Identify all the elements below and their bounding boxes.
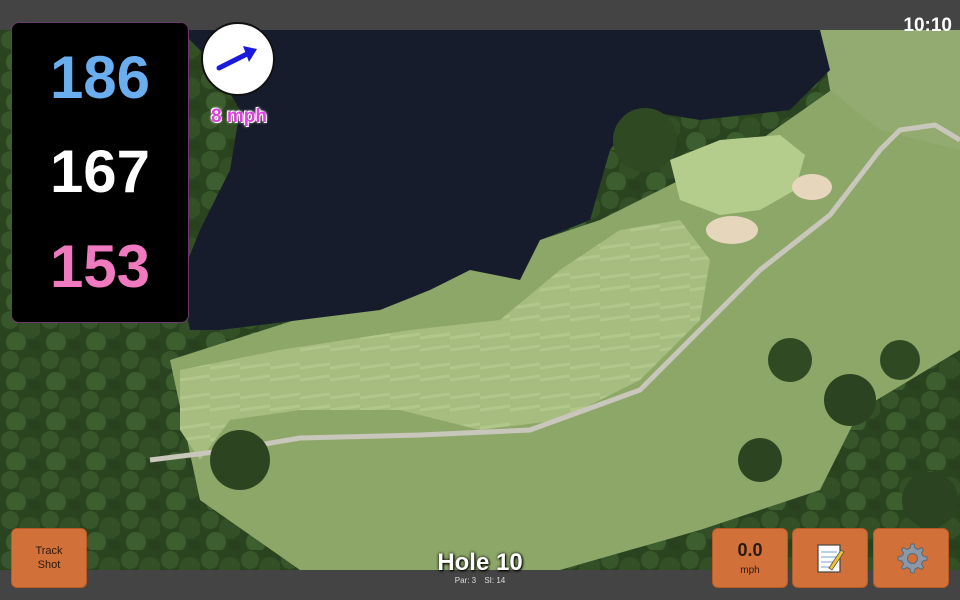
clock: 10:10 xyxy=(903,15,952,36)
hole-stroke-index: SI: 14 xyxy=(484,576,506,585)
wind-speed-label: 8 mph xyxy=(211,106,267,127)
back-distance: 186 xyxy=(49,44,151,112)
notepad-icon xyxy=(817,544,845,573)
speed-unit: mph xyxy=(740,565,760,576)
speed-button[interactable]: 0.0 mph xyxy=(712,528,788,588)
hole-title: Hole 10 xyxy=(437,549,523,576)
hole-info: Hole 10 Par: 3 SI: 14 xyxy=(400,550,560,586)
center-distance: 167 xyxy=(49,138,151,206)
hole-par: Par: 3 xyxy=(454,576,477,585)
track-shot-label-line2: Shot xyxy=(37,559,61,571)
wind-dial xyxy=(201,22,275,96)
settings-button[interactable] xyxy=(873,528,949,588)
speed-value: 0.0 xyxy=(737,540,763,560)
hole-details: Par: 3 SI: 14 xyxy=(400,576,560,586)
track-shot-button[interactable]: Track Shot xyxy=(11,528,87,588)
notes-button[interactable] xyxy=(792,528,868,588)
gear-icon xyxy=(897,543,928,574)
track-shot-label-line1: Track xyxy=(35,545,63,557)
arrow-right-up-icon xyxy=(216,46,257,71)
front-distance: 153 xyxy=(49,232,151,300)
distance-panel: 186 167 153 xyxy=(11,22,189,323)
